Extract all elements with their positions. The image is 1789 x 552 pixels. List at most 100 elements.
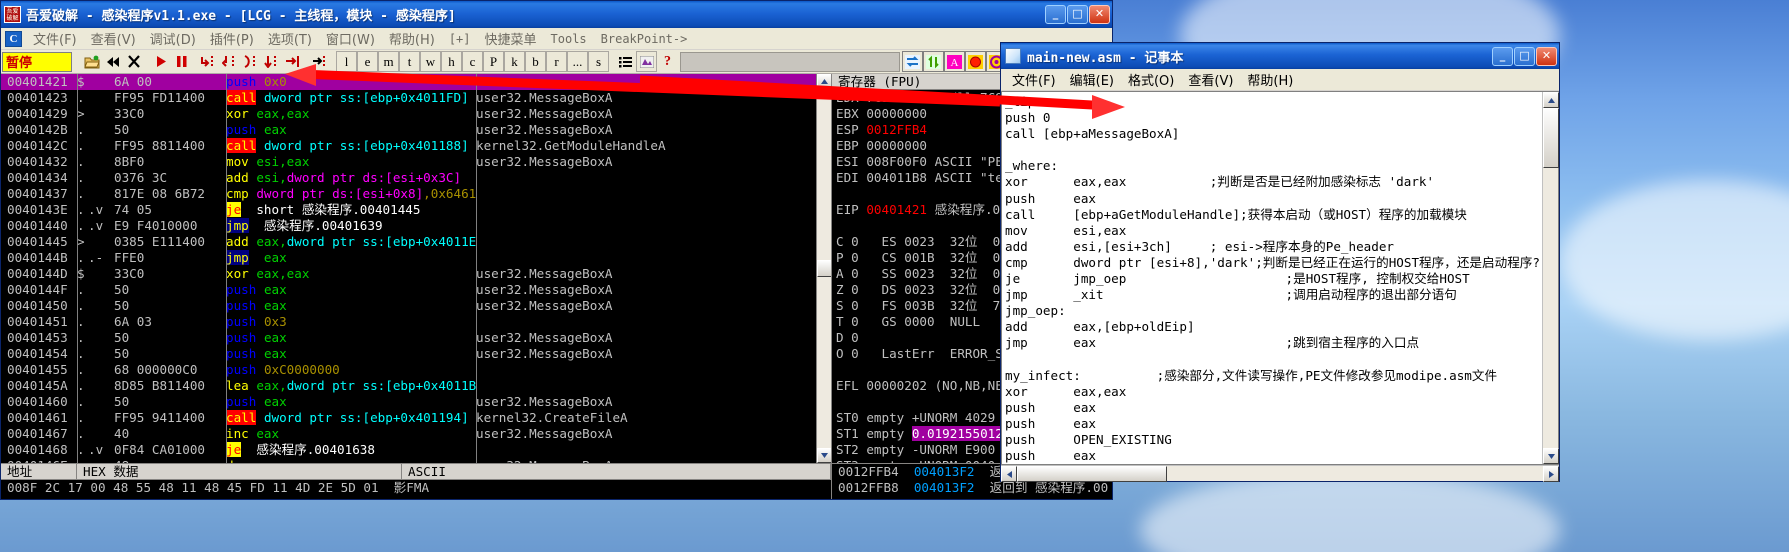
restart-icon[interactable] [102,51,123,72]
disassembly-scroll-track-lower[interactable] [816,277,832,448]
disasm-row[interactable]: 0040142C. FF95 8811400 call dword ptr ss:[… [1,138,816,154]
notepad-hscrollbar[interactable] [1001,465,1559,482]
open-folder-icon[interactable] [81,51,102,72]
notepad-vscrollbar[interactable] [1542,92,1559,464]
disasm-row[interactable]: 00401440. .v E9 F4010000 jmp 感染程序.00401639 [1,218,816,234]
run-icon[interactable] [150,51,171,72]
disasm-row[interactable]: 00401455. 68 000000C0 push 0xC0000000 [1,362,816,378]
toolbar-executable-button[interactable]: e [357,51,378,72]
disasm-row[interactable]: 0040143E. .v 74 05 je short 感染程序.00401445 [1,202,816,218]
plugin-swap-icon[interactable] [902,51,923,72]
notepad-scroll-up-icon[interactable] [1543,92,1559,108]
disasm-row[interactable]: 0040144D $33C0 xor eax,eax user32.MessageBo… [1,266,816,282]
toolbar-log-button[interactable]: l [336,51,357,72]
disasm-row[interactable]: 00401461. FF95 9411400 call dword ptr ss:[… [1,410,816,426]
notepad-hscroll-track[interactable] [1167,466,1543,481]
notepad-menu-help[interactable]: 帮助(H) [1240,68,1300,91]
disasm-row[interactable]: 00401421 $6A 00 push 0x0 [1,74,816,90]
plugin-record-icon[interactable] [965,51,986,72]
disasm-row[interactable]: 0040142B. 50 push eax user32.MessageBoxA [1,122,816,138]
notepad-text-content[interactable]: _tips: push 0 call [ebp+aMessageBoxA] _w… [1002,92,1542,464]
menu-breakpoint[interactable]: BreakPoint-> [594,30,695,48]
toolbar-source-button[interactable]: s [588,51,609,72]
disasm-row[interactable]: 00401437. 817E 08 6B72 cmp dword ptr ds:[e… [1,186,816,202]
notepad-minimize-button[interactable]: _ [1492,46,1513,66]
close-button[interactable]: ✕ [1089,5,1110,24]
notepad-hscroll-thumb[interactable] [1017,466,1167,482]
menu-view[interactable]: 查看(V) [84,27,143,50]
notepad-vscroll-thumb[interactable] [1543,108,1559,168]
minimize-button[interactable]: _ [1045,5,1066,24]
menu-tools[interactable]: Tools [544,30,594,48]
disasm-row[interactable]: 0040146E.48dec eaxuser32.MessageBoxA [1,458,816,463]
execute-till-return-icon[interactable] [282,51,303,72]
plugin-arrows-icon[interactable] [923,51,944,72]
execute-till-cursor-icon[interactable] [309,51,330,72]
notepad-maximize-button[interactable]: □ [1514,46,1535,66]
ollydbg-window[interactable]: 吾爱 破解 吾爱破解 - 感染程序v1.1.exe - [LCG - 主线程，模块… [0,0,1113,500]
plugin-icon[interactable] [636,51,657,72]
toolbar-more-button[interactable]: ... [567,51,588,72]
notepad-menu-edit[interactable]: 编辑(E) [1063,68,1121,91]
dump-data-row[interactable]: 008F 2C 17 00 48 55 48 11 48 45 FD 11 4D… [1,480,831,499]
disasm-row[interactable]: 00401432. 8BF0 mov esi,eax user32.MessageBo… [1,154,816,170]
notepad-menu-file[interactable]: 文件(F) [1005,68,1063,91]
notepad-window[interactable]: main-new.asm - 记事本 _ □ ✕ 文件(F) 编辑(E) 格式(… [1000,42,1560,482]
notepad-scroll-down-icon[interactable] [1543,448,1559,464]
disasm-row[interactable]: 00401467. 40 inc eax user32.MessageBoxA [1,426,816,442]
toolbar-callstack-button[interactable]: k [504,51,525,72]
menu-quick[interactable]: 快捷菜单 [478,27,544,50]
disassembly-grid[interactable]: 00401421 $6A 00 push 0x0 00401423. FF95 FD11… [1,74,816,463]
notepad-menu-format[interactable]: 格式(O) [1121,68,1181,91]
step-over-icon[interactable] [219,51,240,72]
help-icon[interactable]: ? [657,51,678,72]
menu-file[interactable]: 文件(F) [26,27,84,50]
mdi-child-icon[interactable]: C [5,30,22,47]
disasm-row[interactable]: 00401453. 50 push eax user32.MessageBoxA [1,330,816,346]
trace-over-icon[interactable] [261,51,282,72]
options-list-icon[interactable] [615,51,636,72]
disassembly-scroll-track[interactable] [816,89,832,260]
menu-plus[interactable]: [+] [442,30,478,48]
toolbar-windows-button[interactable]: w [420,51,441,72]
disassembly-scroll-thumb[interactable] [816,260,832,277]
plugin-a-icon[interactable]: A [944,51,965,72]
notepad-menubar[interactable]: 文件(F) 编辑(E) 格式(O) 查看(V) 帮助(H) [1001,69,1559,91]
step-into-icon[interactable] [198,51,219,72]
toolbar-threads-button[interactable]: t [399,51,420,72]
notepad-vscroll-track[interactable] [1543,168,1558,448]
notepad-scroll-right-icon[interactable] [1543,466,1559,482]
toolbar-cpu-button[interactable]: c [462,51,483,72]
notepad-scroll-left-icon[interactable] [1001,466,1017,482]
scroll-up-icon[interactable] [816,74,832,89]
menu-help[interactable]: 帮助(H) [382,27,442,50]
disasm-row[interactable]: 0040144F. 50 push eax user32.MessageBoxA [1,282,816,298]
ollydbg-titlebar[interactable]: 吾爱 破解 吾爱破解 - 感染程序v1.1.exe - [LCG - 主线程，模块… [1,1,1112,28]
notepad-close-button[interactable]: ✕ [1536,46,1557,66]
disasm-row[interactable]: 0040144B. .- FFE0 jmp eax [1,250,816,266]
menu-debug[interactable]: 调试(D) [143,27,203,50]
disasm-row[interactable]: 00401460. 50 push eax user32.MessageBoxA [1,394,816,410]
scroll-down-icon[interactable] [816,448,832,463]
disasm-row[interactable]: 00401450. 50 push eax user32.MessageBoxA [1,298,816,314]
disasm-row[interactable]: 00401454. 50 push eax user32.MessageBoxA [1,346,816,362]
ollydbg-menubar[interactable]: C 文件(F) 查看(V) 调试(D) 插件(P) 选项(T) 窗口(W) 帮助… [1,28,1112,50]
disasm-row[interactable]: 00401451. 6A 03 push 0x3 [1,314,816,330]
trace-into-icon[interactable] [240,51,261,72]
memory-dump-pane[interactable]: 地址 HEX 数据 ASCII 008F 2C 17 00 48 55 48 1… [1,464,831,499]
toolbar-patches-button[interactable]: P [483,51,504,72]
notepad-menu-view[interactable]: 查看(V) [1181,68,1240,91]
disasm-row[interactable]: 00401445 >0385 E111400 add eax,dword ptr s… [1,234,816,250]
toolbar-references-button[interactable]: r [546,51,567,72]
menu-plugins[interactable]: 插件(P) [203,27,261,50]
toolbar-handles-button[interactable]: h [441,51,462,72]
disasm-row[interactable]: 00401429 >33C0 xor eax,eax user32.MessageBo… [1,106,816,122]
disassembly-pane[interactable]: 00401421 $6A 00 push 0x0 00401423. FF95 FD11… [1,74,832,463]
stack-row[interactable]: 0012FFB8 004013F2 返回到 感染程序.00 [838,480,1112,496]
close-program-icon[interactable] [123,51,144,72]
disasm-row[interactable]: 0040145A. 8D85 B811400 lea eax,dword ptr s… [1,378,816,394]
disasm-row[interactable]: 00401423. FF95 FD11400 call dword ptr ss:[… [1,90,816,106]
disasm-row[interactable]: 00401434. 0376 3C add esi,dword ptr ds:[es… [1,170,816,186]
toolbar-memory-button[interactable]: m [378,51,399,72]
maximize-button[interactable]: □ [1067,5,1088,24]
